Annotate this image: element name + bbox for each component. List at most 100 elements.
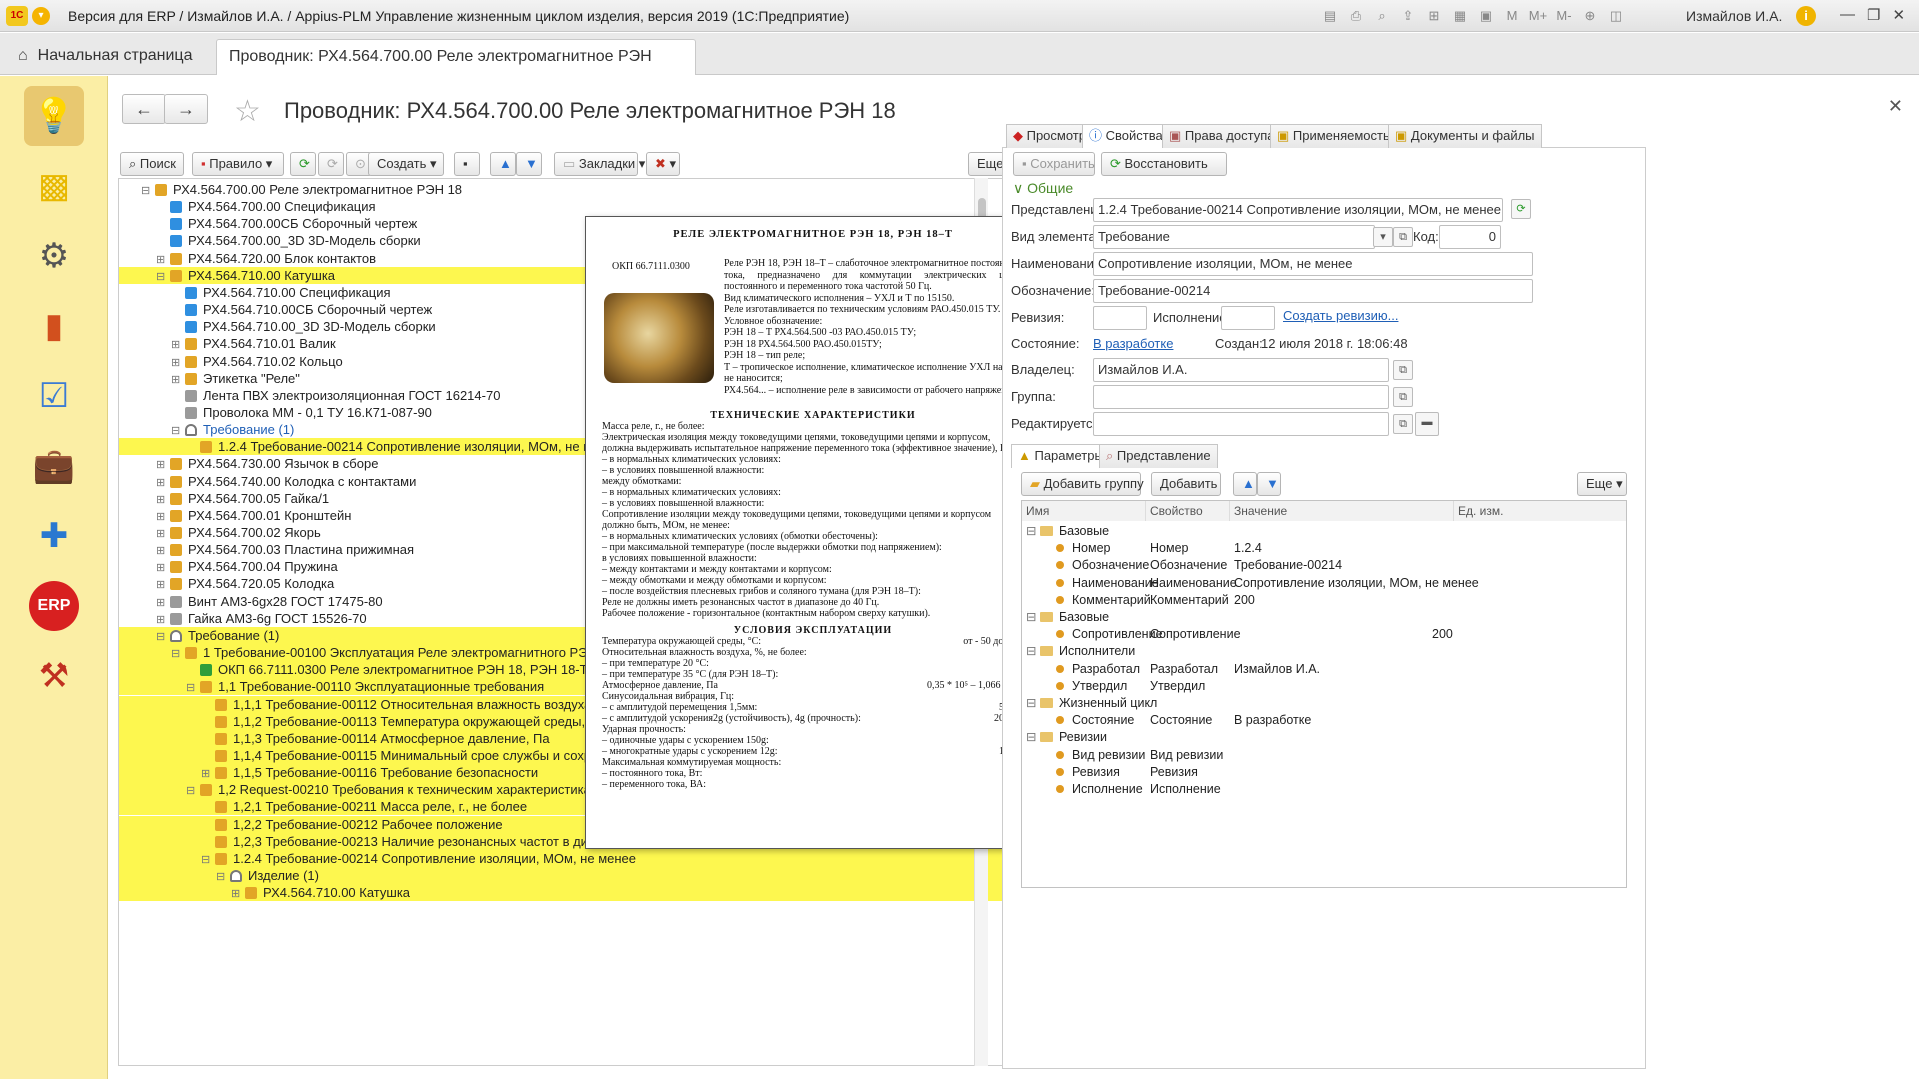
name-field[interactable]: Сопротивление изоляции, МОм, не менее: [1093, 252, 1533, 276]
param-row[interactable]: Наименование Наименование Сопротивление из…: [1022, 575, 1626, 592]
param-group-row[interactable]: ⊟ Исполнители: [1022, 643, 1626, 660]
tab-usage[interactable]: ▣ Применяемость: [1270, 124, 1397, 148]
param-row[interactable]: Утвердил Утвердил: [1022, 678, 1626, 695]
param-row[interactable]: Комментарий Комментарий 200: [1022, 592, 1626, 609]
forward-button[interactable]: →: [164, 94, 208, 124]
close-window-icon[interactable]: ✕: [1892, 6, 1905, 24]
state-link[interactable]: В разработке: [1093, 336, 1173, 351]
param-row[interactable]: Состояние Состояние В разработке: [1022, 712, 1626, 729]
param-row[interactable]: Ревизия Ревизия: [1022, 764, 1626, 781]
main-menu-icon[interactable]: ▾: [32, 7, 50, 25]
col-unit[interactable]: Ед. изм.: [1454, 501, 1626, 521]
subtab-representation[interactable]: ⌕ Представление: [1099, 444, 1218, 468]
execution-field[interactable]: [1221, 306, 1275, 330]
kind-field[interactable]: Требование: [1093, 225, 1375, 249]
move-up-button[interactable]: ▲: [490, 152, 516, 176]
param-group-row[interactable]: ⊟ Базовые: [1022, 523, 1626, 540]
create-revision-link[interactable]: Создать ревизию...: [1283, 308, 1398, 323]
tab-access[interactable]: ▣ Права доступа: [1162, 124, 1282, 148]
restore-icon[interactable]: ❐: [1867, 6, 1880, 24]
upload-icon[interactable]: ⇪: [1398, 7, 1418, 25]
edited-by-open-icon[interactable]: ⧉: [1393, 414, 1413, 434]
current-user[interactable]: Измайлов И.А.: [1686, 8, 1782, 24]
param-up-button[interactable]: ▲: [1233, 472, 1257, 496]
tab-documents[interactable]: ▣ Документы и файлы: [1388, 124, 1542, 148]
memory-minus-icon[interactable]: M-: [1554, 7, 1574, 25]
param-row[interactable]: Вид ревизии Вид ревизии: [1022, 747, 1626, 764]
sidebar-settings[interactable]: ⚙: [24, 226, 84, 286]
owner-field[interactable]: Измайлов И.А.: [1093, 358, 1389, 382]
memory-plus-icon[interactable]: M+: [1528, 7, 1548, 25]
param-row[interactable]: Сопротивление Сопротивление 200: [1022, 626, 1626, 643]
tab-home[interactable]: ⌂ Начальная страница: [6, 39, 204, 75]
collapse-group-icon[interactable]: ⊟: [1026, 644, 1040, 658]
col-property[interactable]: Свойство: [1146, 501, 1230, 521]
col-value[interactable]: Значение: [1230, 501, 1454, 521]
sidebar-documents[interactable]: ▮: [24, 296, 84, 356]
tools-dropdown[interactable]: ✖ ▾: [646, 152, 680, 176]
collapse-group-icon[interactable]: ⊟: [1026, 610, 1040, 624]
save-properties-button[interactable]: ▪ Сохранить: [1013, 152, 1095, 176]
bookmarks-dropdown[interactable]: ▭ Закладки ▾: [554, 152, 645, 176]
sidebar-desktop[interactable]: 💡: [24, 86, 84, 146]
param-row[interactable]: Разработал Разработал Измайлов И.А.: [1022, 661, 1626, 678]
create-dropdown[interactable]: Создать ▾: [368, 152, 444, 176]
zoom-icon[interactable]: ⊕: [1580, 7, 1600, 25]
representation-field[interactable]: 1.2.4 Требование-00214 Сопротивление изо…: [1093, 198, 1503, 222]
kind-dropdown-icon[interactable]: ▾: [1373, 227, 1393, 247]
subtab-parameters[interactable]: ▲ Параметры: [1011, 444, 1111, 468]
group-general[interactable]: ∨ Общие: [1013, 180, 1073, 197]
save-button[interactable]: ▪: [454, 152, 480, 176]
designation-field[interactable]: Требование-00214: [1093, 279, 1533, 303]
tab-properties[interactable]: ⓘ Свойства: [1082, 124, 1170, 149]
param-row[interactable]: Номер Номер 1.2.4: [1022, 540, 1626, 557]
add-group-button[interactable]: ▰ Добавить группу: [1021, 472, 1144, 496]
calculator-icon[interactable]: ▣: [1476, 7, 1496, 25]
attach-icon[interactable]: ⊞: [1424, 7, 1444, 25]
print-icon[interactable]: ⎙: [1346, 7, 1366, 25]
lock-icon[interactable]: ▬: [1415, 412, 1439, 436]
param-down-button[interactable]: ▼: [1257, 472, 1281, 496]
close-form-icon[interactable]: ✕: [1888, 96, 1903, 117]
sidebar-catalogs[interactable]: ▩: [24, 156, 84, 216]
kind-open-icon[interactable]: ⧉: [1393, 227, 1413, 247]
rule-dropdown[interactable]: ▪ Правило ▾: [192, 152, 284, 176]
memory-m-icon[interactable]: M: [1502, 7, 1522, 25]
refresh-representation-icon[interactable]: ⟳: [1511, 199, 1531, 219]
collapse-group-icon[interactable]: ⊟: [1026, 730, 1040, 744]
add-button[interactable]: Добавить: [1151, 472, 1221, 496]
tab-explorer[interactable]: Проводник: РХ4.564.700.00 Реле электрома…: [216, 39, 696, 99]
tab-view[interactable]: ◆ Просмотр: [1006, 124, 1093, 148]
param-row[interactable]: Обозначение Обозначение Требование-00214: [1022, 557, 1626, 574]
param-row[interactable]: Исполнение Исполнение: [1022, 781, 1626, 798]
edited-by-field[interactable]: [1093, 412, 1389, 436]
revision-field[interactable]: [1093, 306, 1147, 330]
sidebar-portfolio[interactable]: 💼: [24, 436, 84, 496]
group-open-icon[interactable]: ⧉: [1393, 387, 1413, 407]
favorite-star-icon[interactable]: ☆: [234, 94, 261, 129]
param-group-row[interactable]: ⊟ Базовые: [1022, 609, 1626, 626]
save-icon[interactable]: ▤: [1320, 7, 1340, 25]
minimize-icon[interactable]: —: [1840, 6, 1855, 24]
sync-button[interactable]: ⟳: [318, 152, 344, 176]
panels-icon[interactable]: ◫: [1606, 7, 1626, 25]
collapse-group-icon[interactable]: ⊟: [1026, 524, 1040, 538]
group-field[interactable]: [1093, 385, 1389, 409]
sidebar-tasks[interactable]: ☑: [24, 366, 84, 426]
search-button[interactable]: ⌕ Поиск: [120, 152, 184, 176]
code-field[interactable]: 0: [1439, 225, 1501, 249]
col-name[interactable]: Имя: [1022, 501, 1146, 521]
preview-icon[interactable]: ⌕: [1372, 7, 1392, 25]
calendar-icon[interactable]: ▦: [1450, 7, 1470, 25]
params-more-button[interactable]: Еще ▾: [1577, 472, 1627, 496]
back-button[interactable]: ←: [122, 94, 166, 124]
param-group-row[interactable]: ⊟ Ревизии: [1022, 729, 1626, 746]
param-group-row[interactable]: ⊟ Жизненный цикл: [1022, 695, 1626, 712]
collapse-group-icon[interactable]: ⊟: [1026, 696, 1040, 710]
info-icon[interactable]: i: [1796, 6, 1816, 26]
sidebar-erp[interactable]: ERP: [24, 576, 84, 636]
restore-button[interactable]: ⟳ Восстановить: [1101, 152, 1227, 176]
move-down-button[interactable]: ▼: [516, 152, 542, 176]
sidebar-extensions[interactable]: ✚: [24, 506, 84, 566]
refresh-button[interactable]: ⟳: [290, 152, 316, 176]
